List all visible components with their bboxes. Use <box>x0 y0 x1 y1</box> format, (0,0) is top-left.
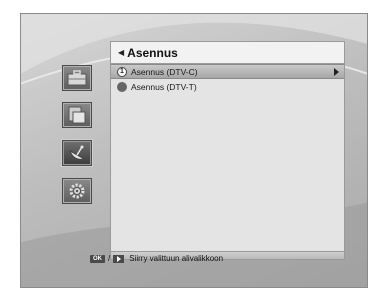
sidebar-satellite-button[interactable] <box>62 140 92 166</box>
submenu-arrow-icon <box>334 68 339 76</box>
gear-icon <box>69 183 85 199</box>
ok-key-icon: OK <box>90 254 105 263</box>
menu-item-dtv-t[interactable]: 2 Asennus (DTV-T) <box>111 79 344 94</box>
item-number-badge: 1 <box>117 66 127 77</box>
page-title: Asennus <box>127 45 178 60</box>
panel-header: ◀ Asennus <box>111 42 344 64</box>
hint-text: Siirry valittuun alivalikkoon <box>129 254 224 263</box>
sidebar-folders-button[interactable] <box>62 102 92 128</box>
hint-separator: / <box>108 254 111 263</box>
installation-menu-panel: ◀ Asennus 1 Asennus (DTV-C) 2 Asennus (D… <box>110 41 345 260</box>
back-arrow-icon[interactable]: ◀ <box>118 48 124 57</box>
tv-screen: ◀ Asennus 1 Asennus (DTV-C) 2 Asennus (D… <box>20 13 368 288</box>
right-key-icon <box>113 254 125 263</box>
menu-item-label: Asennus (DTV-T) <box>131 81 197 92</box>
sidebar-settings-button[interactable] <box>62 178 92 204</box>
menu-item-label: Asennus (DTV-C) <box>131 66 198 77</box>
item-number-badge: 2 <box>117 81 127 92</box>
satellite-dish-icon <box>69 145 86 160</box>
menu-item-dtv-c[interactable]: 1 Asennus (DTV-C) <box>111 64 344 79</box>
sidebar-briefcase-button[interactable] <box>62 65 92 91</box>
folders-icon <box>68 106 86 124</box>
navigation-hint: OK / Siirry valittuun alivalikkoon <box>90 254 223 263</box>
briefcase-icon <box>67 70 87 86</box>
